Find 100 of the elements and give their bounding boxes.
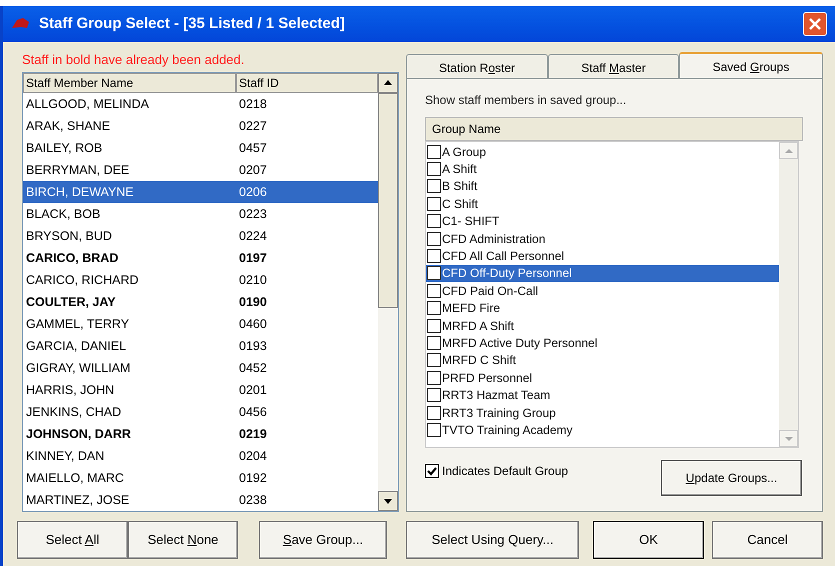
scroll-down-button[interactable] bbox=[378, 491, 398, 511]
id-cell-text: 0207 bbox=[238, 162, 268, 179]
scroll-thumb[interactable] bbox=[378, 92, 398, 308]
prompt-text: Show staff members in saved group... bbox=[425, 92, 628, 109]
down-arrow-icon bbox=[784, 436, 793, 440]
checkbox[interactable] bbox=[427, 266, 441, 280]
id-cell-text: 0218 bbox=[238, 96, 268, 113]
checkbox[interactable] bbox=[427, 232, 441, 246]
table-row[interactable]: BLACK, BOB 0223 bbox=[23, 202, 378, 225]
list-item[interactable]: RRT3 Hazmat Team bbox=[426, 386, 780, 404]
name-cell-text: KINNEY, DAN bbox=[25, 448, 106, 465]
group-label: MRFD C Shift bbox=[441, 352, 516, 370]
list-item[interactable]: C Shift bbox=[426, 195, 780, 213]
tab[interactable]: Station Roster bbox=[406, 54, 548, 78]
list-item[interactable]: CFD All Call Personnel bbox=[426, 247, 780, 265]
column-header[interactable]: Group Name bbox=[425, 117, 803, 141]
column-header[interactable]: Staff ID bbox=[236, 72, 378, 93]
table-row[interactable]: BIRCH, DEWAYNE 0206 bbox=[23, 180, 378, 203]
name-cell-text: MAIELLO, MARC bbox=[25, 470, 125, 487]
table-row[interactable]: BAILEY, ROB 0457 bbox=[23, 136, 378, 159]
name-cell-text: GIGRAY, WILLIAM bbox=[25, 360, 132, 377]
table-row[interactable]: ALLGOOD, MELINDA 0218 bbox=[23, 92, 378, 115]
select-using-query-button[interactable]: Select Using Query... bbox=[406, 521, 579, 559]
checkbox[interactable] bbox=[427, 388, 441, 402]
id-cell-text: 0204 bbox=[238, 448, 268, 465]
table-row[interactable]: HARRIS, JOHN 0201 bbox=[23, 378, 378, 401]
tab[interactable]: Staff Master bbox=[548, 54, 679, 78]
name-cell-text: GAMMEL, TERRY bbox=[25, 316, 130, 333]
name-cell-text: BRYSON, BUD bbox=[25, 228, 113, 245]
table-row[interactable]: GAMMEL, TERRY 0460 bbox=[23, 312, 378, 335]
table-row[interactable]: CARICO, BRAD 0197 bbox=[23, 246, 378, 269]
list-item[interactable]: A Group bbox=[426, 143, 780, 160]
list-item[interactable]: RRT3 Training Group bbox=[426, 404, 780, 422]
list-item[interactable]: MRFD A Shift bbox=[426, 316, 780, 334]
notice-text: Staff in bold have already been added. bbox=[22, 51, 246, 69]
checkbox[interactable] bbox=[427, 214, 441, 228]
list-item[interactable]: MRFD Active Duty Personnel bbox=[426, 334, 780, 352]
table-row[interactable]: CARICO, RICHARD 0210 bbox=[23, 268, 378, 291]
checkbox[interactable] bbox=[427, 406, 441, 420]
table-row[interactable]: MAIELLO, MARC 0192 bbox=[23, 466, 378, 489]
id-cell-text: 0219 bbox=[238, 426, 268, 443]
id-cell-text: 0460 bbox=[238, 316, 268, 333]
id-cell-text: 0452 bbox=[238, 360, 268, 377]
table-row[interactable]: ARAK, SHANE 0227 bbox=[23, 114, 378, 137]
update-groups-button[interactable]: Update Groups... bbox=[661, 460, 802, 496]
checkbox[interactable] bbox=[427, 284, 441, 298]
save-group-button[interactable]: Save Group... bbox=[259, 521, 387, 559]
column-header[interactable]: Staff Member Name bbox=[23, 72, 236, 93]
table-row[interactable]: GIGRAY, WILLIAM 0452 bbox=[23, 356, 378, 379]
group-label: RRT3 Hazmat Team bbox=[441, 387, 550, 404]
checkbox[interactable] bbox=[427, 422, 441, 437]
list-item[interactable]: CFD Off-Duty Personnel bbox=[426, 264, 780, 282]
checkbox[interactable] bbox=[427, 144, 441, 159]
group-label: RRT3 Training Group bbox=[441, 404, 556, 422]
tab[interactable]: Saved Groups bbox=[679, 52, 823, 79]
table-row[interactable]: KINNEY, DAN 0204 bbox=[23, 444, 378, 467]
group-label: MEFD Fire bbox=[441, 300, 500, 318]
list-item[interactable]: B Shift bbox=[426, 178, 780, 196]
cancel-button[interactable]: Cancel bbox=[712, 521, 823, 559]
table-row[interactable]: BERRYMAN, DEE 0207 bbox=[23, 158, 378, 181]
list-item[interactable]: MEFD Fire bbox=[426, 300, 780, 317]
list-item[interactable]: MRFD C Shift bbox=[426, 352, 780, 370]
table-row[interactable]: BRYSON, BUD 0224 bbox=[23, 224, 378, 247]
checkbox[interactable] bbox=[427, 249, 441, 264]
name-cell-text: GARCIA, DANIEL bbox=[25, 338, 128, 355]
scrollbar[interactable] bbox=[378, 72, 398, 511]
name-cell-text: BLACK, BOB bbox=[25, 206, 102, 223]
group-label: TVTO Training Academy bbox=[441, 422, 572, 439]
id-cell-text: 0193 bbox=[238, 338, 268, 355]
checkbox[interactable] bbox=[427, 301, 441, 316]
group-label: MRFD Active Duty Personnel bbox=[441, 335, 598, 352]
table-row[interactable]: MARTINEZ, JOSE 0238 bbox=[23, 488, 378, 511]
table-row[interactable]: JOHNSON, DARR 0219 bbox=[23, 422, 378, 445]
table-row[interactable]: GARCIA, DANIEL 0193 bbox=[23, 334, 378, 357]
list-item[interactable]: C1- SHIFT bbox=[426, 212, 780, 230]
checkbox[interactable] bbox=[427, 318, 441, 333]
list-item[interactable]: CFD Administration bbox=[426, 230, 780, 248]
checkbox[interactable] bbox=[427, 370, 441, 385]
id-cell-text: 0457 bbox=[238, 140, 268, 157]
list-item[interactable]: CFD Paid On-Call bbox=[426, 282, 780, 300]
table-row[interactable]: JENKINS, CHAD 0456 bbox=[23, 400, 378, 423]
checkbox[interactable] bbox=[427, 162, 441, 176]
select-all-button[interactable]: Select All bbox=[17, 521, 128, 559]
name-cell-text: COULTER, JAY bbox=[25, 294, 117, 311]
group-label: CFD Administration bbox=[441, 230, 546, 248]
ok-button[interactable]: OK bbox=[593, 521, 704, 559]
close-button[interactable] bbox=[803, 12, 827, 36]
id-cell-text: 0456 bbox=[238, 404, 268, 421]
list-item[interactable]: A Shift bbox=[426, 160, 780, 178]
select-none-button[interactable]: Select None bbox=[128, 521, 238, 559]
scroll-up-button[interactable] bbox=[378, 72, 398, 93]
checkbox[interactable] bbox=[427, 196, 441, 211]
list-item[interactable]: PRFD Personnel bbox=[426, 369, 780, 386]
table-row[interactable]: COULTER, JAY 0190 bbox=[23, 290, 378, 313]
checkbox[interactable] bbox=[427, 179, 441, 194]
list-item[interactable]: TVTO Training Academy bbox=[426, 421, 780, 439]
group-label: C1- SHIFT bbox=[441, 213, 500, 230]
checkbox[interactable] bbox=[427, 336, 441, 350]
checkbox[interactable] bbox=[427, 353, 441, 368]
name-cell-text: CARICO, RICHARD bbox=[25, 272, 140, 289]
